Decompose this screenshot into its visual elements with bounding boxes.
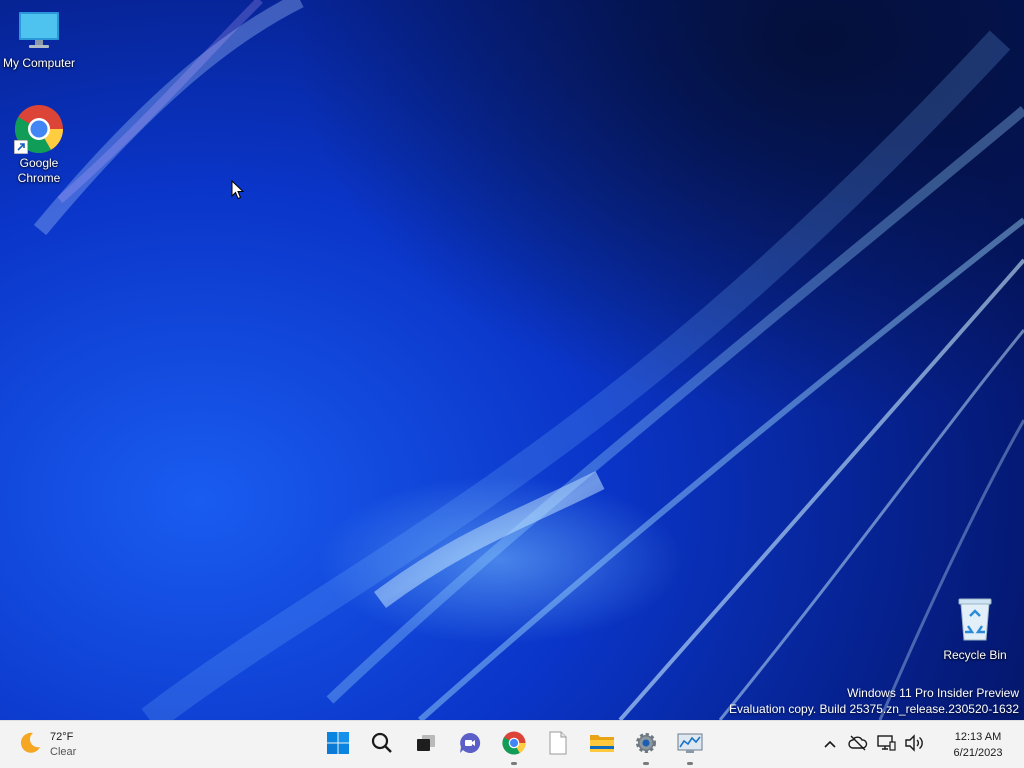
moon-icon	[18, 731, 42, 760]
windows-start-icon	[326, 731, 350, 760]
task-view-icon	[415, 732, 437, 759]
chrome-icon	[14, 104, 64, 154]
weather-temperature: 72°F	[50, 731, 74, 743]
running-indicator	[511, 762, 517, 765]
running-indicator	[687, 762, 693, 765]
taskbar-apps	[316, 725, 712, 765]
desktop[interactable]: My Computer Google Chrome Recycle Bin Wi…	[0, 0, 1024, 720]
weather-condition: Clear	[50, 746, 77, 758]
clock-time: 12:13 AM	[954, 731, 1002, 743]
taskbar-notepad-button[interactable]	[536, 725, 580, 765]
task-view-button[interactable]	[404, 725, 448, 765]
search-icon	[370, 731, 394, 760]
taskbar-file-explorer-button[interactable]	[580, 725, 624, 765]
chrome-icon	[502, 730, 526, 760]
network-tray-button[interactable]	[872, 725, 900, 765]
taskbar-settings-button[interactable]	[624, 725, 668, 765]
document-icon	[548, 731, 568, 760]
monitor-chart-icon	[677, 732, 703, 759]
taskbar-chrome-button[interactable]	[492, 725, 536, 765]
desktop-icon-label: My Computer	[2, 56, 76, 70]
folder-icon	[589, 732, 615, 759]
volume-icon	[904, 733, 924, 757]
onedrive-tray-button[interactable]	[844, 725, 872, 765]
start-button[interactable]	[316, 725, 360, 765]
monitor-icon	[0, 10, 78, 54]
recycle-bin-icon	[936, 596, 1014, 646]
taskbar-performance-monitor-button[interactable]	[668, 725, 712, 765]
running-indicator	[643, 762, 649, 765]
mouse-cursor-icon	[231, 179, 245, 205]
system-tray: 12:13 AM 6/21/2023	[816, 721, 1024, 768]
chat-icon	[458, 731, 482, 760]
onedrive-offline-icon	[848, 735, 868, 756]
chat-button[interactable]	[448, 725, 492, 765]
clock-date: 6/21/2023	[953, 747, 1003, 759]
chevron-up-icon	[823, 736, 837, 754]
evaluation-watermark: Windows 11 Pro Insider Preview Evaluatio…	[729, 685, 1019, 717]
network-icon	[876, 734, 896, 757]
wallpaper-streaks	[33, 0, 1024, 720]
desktop-icon-label: Google Chrome	[17, 156, 61, 185]
desktop-icon-label: Recycle Bin	[943, 648, 1007, 662]
watermark-line-2: Evaluation copy. Build 25375.zn_release.…	[729, 702, 1019, 716]
watermark-line-1: Windows 11 Pro Insider Preview	[847, 686, 1019, 700]
show-hidden-icons-button[interactable]	[816, 725, 844, 765]
desktop-icon-my-computer[interactable]: My Computer	[0, 10, 78, 71]
desktop-icon-recycle-bin[interactable]: Recycle Bin	[936, 596, 1014, 663]
clock-button[interactable]: 12:13 AM 6/21/2023	[932, 729, 1024, 761]
gear-icon	[634, 731, 658, 760]
search-button[interactable]	[360, 725, 404, 765]
desktop-icon-google-chrome[interactable]: Google Chrome	[0, 104, 78, 186]
weather-widget[interactable]: 72°F Clear	[18, 729, 76, 761]
taskbar: 72°F Clear 12:13 AM 6/21/2023	[0, 720, 1024, 768]
volume-tray-button[interactable]	[900, 725, 928, 765]
